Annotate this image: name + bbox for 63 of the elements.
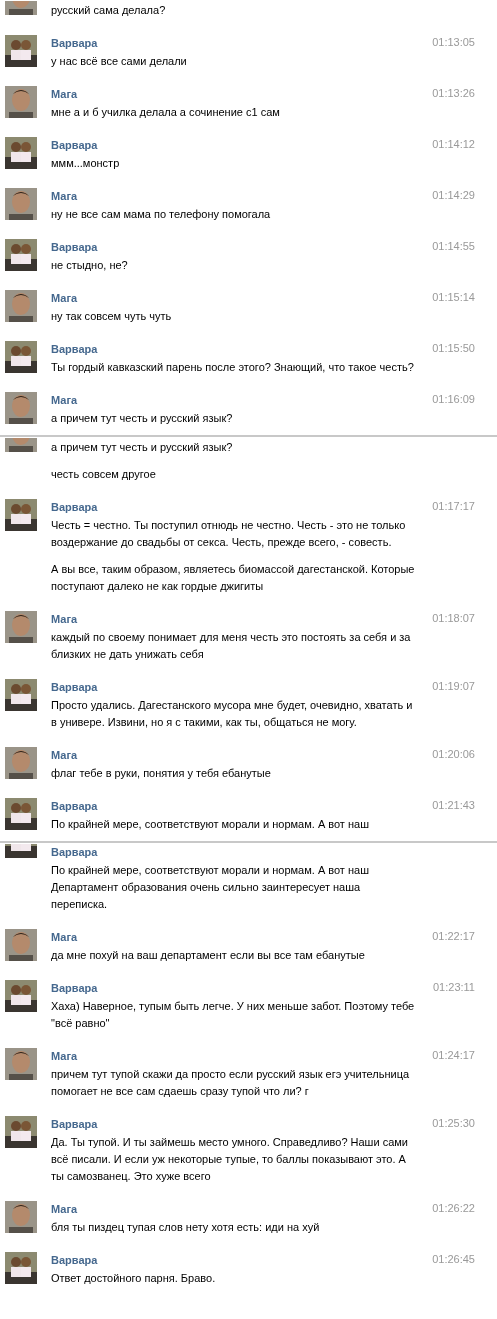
message-text: ну так совсем чуть чуть <box>51 309 173 324</box>
author-name[interactable]: Варвара <box>51 239 98 256</box>
message-text: ну не все сам мама по телефону помогала <box>51 207 272 222</box>
message-text: причем тут тупой скажи да просто если русский язык егэ учительница помогает не все сам сдаешь сразу тупой что ли? г <box>51 1067 411 1099</box>
message-text: Честь = честно. Ты поступил отнюдь не честно. Честь - это не только воздержание до свадьбы от секса. Честь, прежде всего, - совесть. <box>51 518 407 550</box>
author-name[interactable]: Варвара <box>51 798 98 815</box>
message-time: 01:15:50 <box>432 341 475 355</box>
message-text: мне а и б училка делала а сочинение с1 сам <box>51 105 281 120</box>
message-text: флаг тебе в руки, понятия у тебя ебанутые <box>51 766 272 781</box>
author-name[interactable]: Мага <box>51 86 78 103</box>
author-name[interactable]: Мага <box>51 929 78 946</box>
message-text: честь совсем другое <box>51 467 157 482</box>
author-name[interactable]: Мага <box>51 747 78 764</box>
author-name[interactable]: Варвара <box>51 137 98 154</box>
message-text: По крайней мере, соответствуют морали и нормам. А вот наш <box>51 817 370 832</box>
message-text: не стыдно, не? <box>51 258 129 273</box>
author-name[interactable]: Мага <box>51 611 78 628</box>
message-time: 01:16:09 <box>432 392 475 406</box>
message-text: у нас всё все сами делали <box>51 54 188 69</box>
author-name[interactable]: Варвара <box>51 844 98 861</box>
author-name[interactable]: Мага <box>51 290 78 307</box>
author-name[interactable]: Варвара <box>51 35 98 52</box>
message-text: каждый по своему понимает для меня честь это постоять за себя и за близких не дать унижать себя <box>51 630 412 662</box>
message-time: 01:20:06 <box>432 747 475 761</box>
message-text: А вы все, таким образом, являетесь биомассой дагестанской. Которые поступают далеко не как гордые джигиты <box>51 562 415 594</box>
message-time: 01:13:26 <box>432 86 475 100</box>
author-name[interactable]: Варвара <box>51 341 98 358</box>
author-name[interactable]: Мага <box>51 392 78 409</box>
message-time: 01:14:12 <box>432 137 475 151</box>
author-name[interactable]: Мага <box>51 1048 78 1065</box>
author-name[interactable]: Варвара <box>51 499 98 516</box>
message-time: 01:26:22 <box>432 1201 475 1215</box>
message-time: 01:25:30 <box>432 1116 475 1130</box>
message-text: а причем тут честь и русский язык? <box>51 411 234 426</box>
message-text: Хаха) Наверное, тупым быть легче. У них меньше забот. Поэтому тебе "всё равно" <box>51 999 415 1031</box>
message-time: 01:15:14 <box>432 290 475 304</box>
message-time: 01:17:17 <box>432 499 475 513</box>
author-name[interactable]: Варвара <box>51 679 98 696</box>
message-text: Да. Ты тупой. И ты займешь место умного. Справедливо? Наши сами всё писали. И если уж некоторые тупые, то баллы показывают это. А ты самозванец. Это хуже всего <box>51 1135 409 1184</box>
message-time: 01:14:29 <box>432 188 475 202</box>
author-name[interactable]: Мага <box>51 188 78 205</box>
message-time: 01:26:45 <box>432 1252 475 1266</box>
message-text: Ты гордый кавказский парень после этого? Знающий, что такое честь? <box>51 360 415 375</box>
message-text: Ответ достойного парня. Браво. <box>51 1271 217 1286</box>
message-time: 01:21:43 <box>432 798 475 812</box>
message-time: 01:18:07 <box>432 611 475 625</box>
message-text: а причем тут честь и русский язык? <box>51 440 234 455</box>
author-name[interactable]: Варвара <box>51 1116 98 1133</box>
message-text: бля ты пиздец тупая слов нету хотя есть: иди на хуй <box>51 1220 321 1235</box>
author-name[interactable]: Варвара <box>51 980 98 997</box>
message-text: ммм...монстр <box>51 156 121 171</box>
message-text: По крайней мере, соответствуют морали и нормам. А вот наш Департамент образования очень сильно заинтересует наша переписка. <box>51 863 370 912</box>
message-time: 01:23:11 <box>433 980 475 994</box>
message-time: 01:22:17 <box>432 929 475 943</box>
message-time: 01:19:07 <box>432 679 475 693</box>
message-time: 01:14:55 <box>432 239 475 253</box>
message-text: да мне похуй на ваш департамент если вы все там ебанутые <box>51 948 366 963</box>
message-time: 01:24:17 <box>432 1048 475 1062</box>
message-text: русский сама делала? <box>51 3 167 18</box>
author-name[interactable]: Варвара <box>51 1252 98 1269</box>
author-name[interactable]: Мага <box>51 1201 78 1218</box>
message-time: 01:13:05 <box>432 35 475 49</box>
message-text: Просто удались. Дагестанского мусора мне будет, очевидно, хватать и в универе. Извини, но я с такими, как ты, общаться не могу. <box>51 698 414 730</box>
